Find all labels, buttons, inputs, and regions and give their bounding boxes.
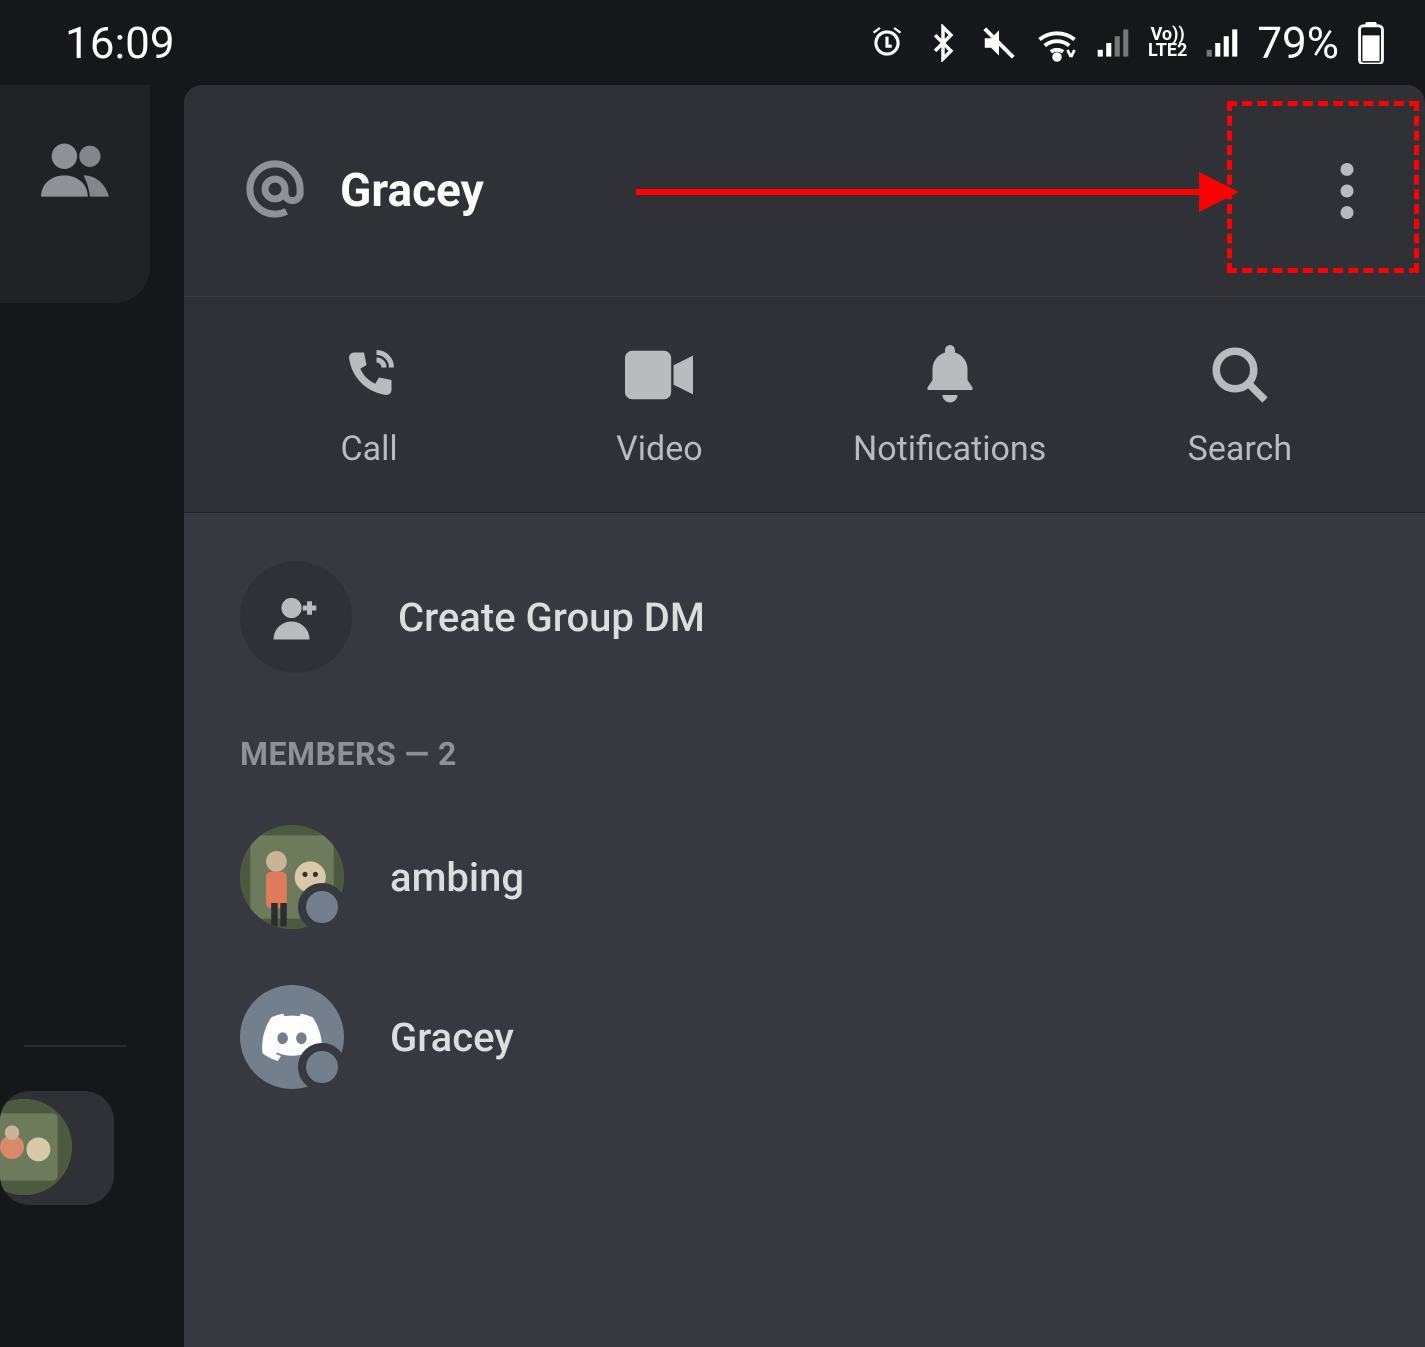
add-person-icon <box>240 561 352 673</box>
volte-indicator: Vo)) LTE2 <box>1148 27 1187 59</box>
members-section-header: MEMBERS — 2 <box>184 725 1425 809</box>
more-vertical-icon <box>1340 163 1354 219</box>
video-label: Video <box>616 429 703 469</box>
more-options-button[interactable] <box>1311 155 1383 227</box>
member-name: Gracey <box>390 1014 514 1061</box>
wifi-icon <box>1036 24 1078 62</box>
create-group-dm-row[interactable]: Create Group DM <box>184 561 1425 725</box>
panel-title: Gracey <box>340 164 484 218</box>
video-action[interactable]: Video <box>514 341 804 469</box>
member-row[interactable]: Gracey <box>184 969 1425 1129</box>
signal-icon-1 <box>1096 26 1130 60</box>
annotation-arrow <box>636 189 1239 195</box>
member-avatar-wrap <box>240 825 344 929</box>
call-icon <box>335 341 403 409</box>
notifications-label: Notifications <box>853 429 1046 469</box>
create-group-dm-label: Create Group DM <box>398 594 705 641</box>
search-label: Search <box>1188 429 1292 469</box>
bluetooth-icon <box>924 24 962 62</box>
content-area: Create Group DM MEMBERS — 2 ambing <box>184 513 1425 1347</box>
call-label: Call <box>341 429 398 469</box>
search-icon <box>1206 341 1274 409</box>
battery-icon <box>1357 22 1385 64</box>
notifications-action[interactable]: Notifications <box>805 341 1095 469</box>
member-avatar-wrap <box>240 985 344 1089</box>
bell-icon <box>916 341 984 409</box>
status-offline-icon <box>298 1043 346 1091</box>
status-offline-icon <box>298 883 346 931</box>
actions-row: Call Video Notifications Search <box>184 297 1425 513</box>
rail-divider <box>24 1045 126 1047</box>
battery-percentage: 79% <box>1257 17 1339 69</box>
alarm-icon <box>868 24 906 62</box>
server-item[interactable] <box>0 1091 114 1205</box>
server-avatar <box>0 1099 72 1195</box>
at-icon <box>240 154 310 228</box>
search-action[interactable]: Search <box>1095 341 1385 469</box>
statusbar: 16:09 Vo)) LTE2 79% <box>0 0 1425 85</box>
mute-icon <box>980 24 1018 62</box>
server-rail <box>0 85 150 1347</box>
call-action[interactable]: Call <box>224 341 514 469</box>
friends-icon[interactable] <box>41 139 109 203</box>
member-row[interactable]: ambing <box>184 809 1425 969</box>
signal-icon-2 <box>1205 26 1239 60</box>
member-name: ambing <box>390 854 524 901</box>
rail-top-container <box>0 85 150 303</box>
panel-header: Gracey <box>184 85 1425 297</box>
video-icon <box>625 341 693 409</box>
dm-panel: Gracey Call Video <box>184 85 1425 1347</box>
statusbar-right: Vo)) LTE2 79% <box>868 17 1385 69</box>
statusbar-time: 16:09 <box>65 17 175 69</box>
